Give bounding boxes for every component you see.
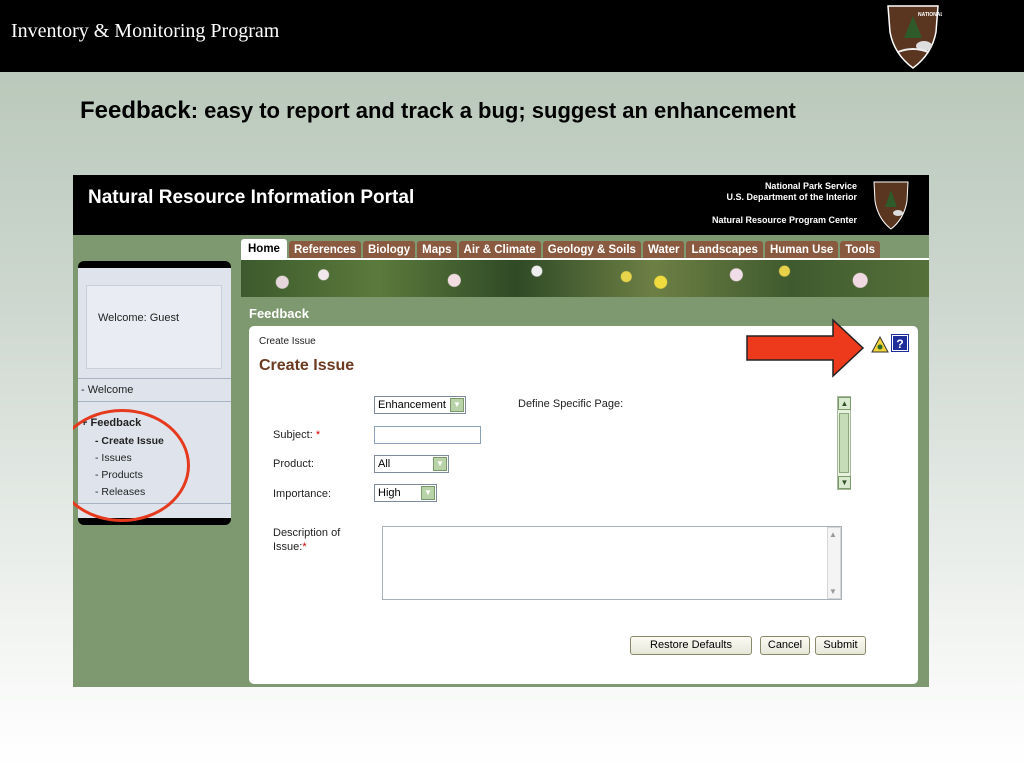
welcome-text: Welcome: Guest	[98, 312, 180, 324]
chevron-down-icon: ▼	[421, 486, 435, 500]
tab-air-climate[interactable]: Air & Climate	[458, 241, 541, 259]
scroll-down-icon[interactable]: ▼	[829, 587, 837, 596]
help-icon[interactable]: ?	[891, 334, 909, 352]
sidebar-divider	[78, 401, 231, 402]
tab-biology[interactable]: Biology	[362, 241, 416, 259]
description-label-line-1: Description of	[273, 527, 341, 539]
define-page-label: Define Specific Page:	[518, 398, 624, 410]
tab-maps[interactable]: Maps	[417, 241, 457, 259]
heading-keyword: Feedback	[80, 97, 191, 124]
welcome-box	[86, 285, 222, 369]
product-value: All	[378, 458, 391, 470]
section-title: Feedback	[249, 306, 309, 321]
slide-heading: Feedback: easy to report and track a bug…	[80, 95, 800, 129]
tab-landscapes[interactable]: Landscapes	[686, 241, 763, 259]
slide-title: Inventory & Monitoring Program	[11, 20, 280, 42]
cancel-button[interactable]: Cancel	[760, 636, 810, 655]
required-marker: *	[302, 541, 307, 553]
tab-water[interactable]: Water	[642, 241, 685, 259]
breadcrumb: Create Issue	[259, 336, 316, 347]
main-nav-tabs: Home References Biology Maps Air & Clima…	[241, 239, 882, 259]
scroll-up-icon[interactable]: ▲	[838, 397, 851, 410]
product-label: Product:	[273, 458, 314, 470]
importance-value: High	[378, 487, 401, 499]
nps-arrowhead-logo: NATIONAL	[887, 5, 942, 69]
tab-references[interactable]: References	[288, 241, 361, 259]
callout-arrow-icon	[746, 318, 865, 378]
portal-screenshot: Natural Resource Information Portal Nati…	[73, 175, 929, 687]
tab-geology-soils[interactable]: Geology & Soils	[542, 241, 641, 259]
restore-defaults-button[interactable]: Restore Defaults	[630, 636, 752, 655]
submit-button[interactable]: Submit	[815, 636, 866, 655]
nps-arrowhead-icon	[873, 181, 909, 230]
subject-input[interactable]	[374, 426, 481, 444]
description-label-line-2: Issue:	[273, 541, 303, 553]
subject-label-text: Subject:	[273, 429, 313, 441]
required-marker: *	[315, 429, 321, 441]
sidebar-divider	[78, 378, 231, 379]
agency-line-2: U.S. Department of the Interior	[726, 192, 857, 202]
portal-header: Natural Resource Information Portal Nati…	[73, 175, 929, 235]
page-list-scrollbar[interactable]: ▲ ▼	[837, 396, 851, 490]
scroll-down-icon[interactable]: ▼	[838, 476, 851, 489]
tab-tools[interactable]: Tools	[840, 241, 881, 259]
chevron-down-icon: ▼	[450, 398, 464, 412]
textarea-scrollbar[interactable]: ▲ ▼	[827, 527, 841, 599]
chevron-down-icon: ▼	[433, 457, 447, 471]
product-select[interactable]: All ▼	[374, 455, 449, 473]
svg-text:NATIONAL: NATIONAL	[918, 12, 942, 18]
scroll-thumb[interactable]	[839, 413, 849, 473]
importance-select[interactable]: High ▼	[374, 484, 437, 502]
description-label: Issue:*	[273, 541, 307, 553]
report-bug-icon[interactable]	[871, 336, 889, 353]
heading-description: : easy to report and track a bug; sugges…	[190, 98, 796, 123]
portal-title: Natural Resource Information Portal	[88, 187, 415, 208]
description-textarea[interactable]: ▲ ▼	[382, 526, 842, 600]
agency-line-3: Natural Resource Program Center	[711, 215, 857, 225]
page-title: Create Issue	[259, 357, 355, 374]
sidebar-item-welcome[interactable]: - Welcome	[81, 384, 133, 396]
importance-label: Importance:	[273, 488, 332, 500]
agency-line-1: National Park Service	[764, 181, 857, 191]
tab-human-use[interactable]: Human Use	[764, 241, 839, 259]
tab-home[interactable]: Home	[241, 239, 287, 259]
create-issue-panel: Create Issue Create Issue Enhancement ▼ …	[249, 326, 918, 684]
issue-type-value: Enhancement	[378, 399, 446, 411]
subject-label: Subject: *	[273, 429, 320, 441]
issue-type-select[interactable]: Enhancement ▼	[374, 396, 466, 414]
scroll-up-icon[interactable]: ▲	[829, 530, 837, 539]
wildflower-banner	[241, 260, 929, 297]
